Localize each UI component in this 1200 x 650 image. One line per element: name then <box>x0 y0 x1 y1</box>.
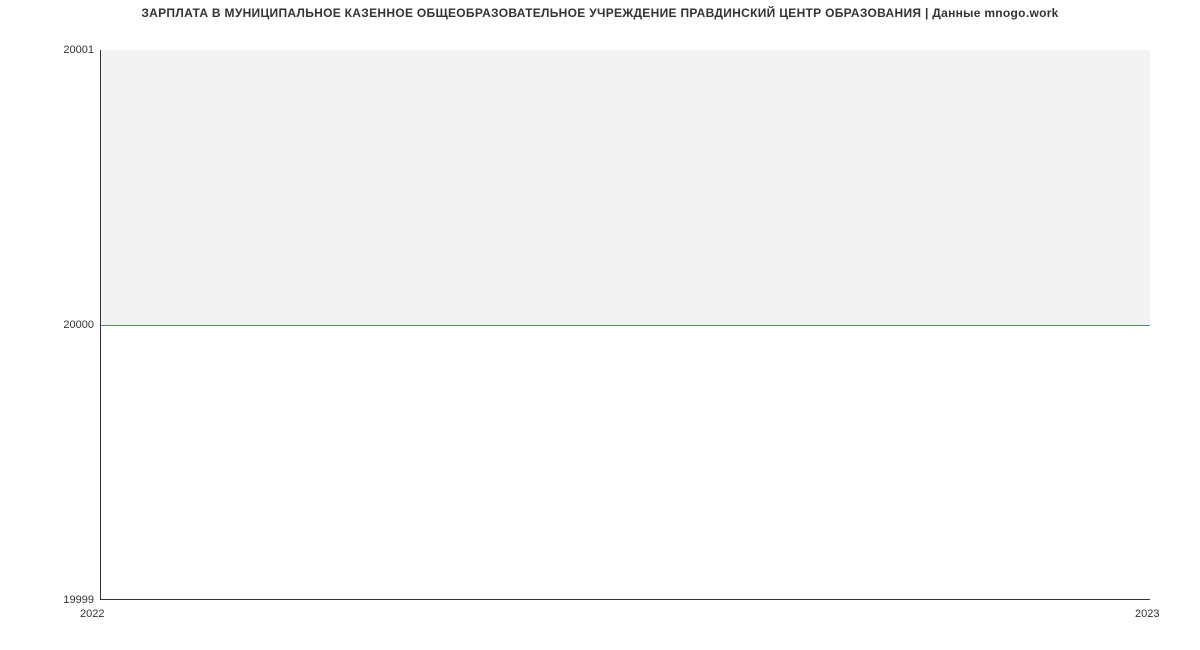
x-tick-label: 2023 <box>1135 608 1159 620</box>
chart-title: ЗАРПЛАТА В МУНИЦИПАЛЬНОЕ КАЗЕННОЕ ОБЩЕОБ… <box>0 6 1200 20</box>
plot-area <box>100 50 1150 600</box>
series-line <box>101 325 1150 326</box>
y-tick-label: 20001 <box>4 44 94 56</box>
y-tick-label: 19999 <box>4 594 94 606</box>
salary-chart: ЗАРПЛАТА В МУНИЦИПАЛЬНОЕ КАЗЕННОЕ ОБЩЕОБ… <box>0 0 1200 650</box>
x-tick-label: 2022 <box>80 608 104 620</box>
y-tick-label: 20000 <box>4 319 94 331</box>
grid-band <box>101 50 1150 325</box>
